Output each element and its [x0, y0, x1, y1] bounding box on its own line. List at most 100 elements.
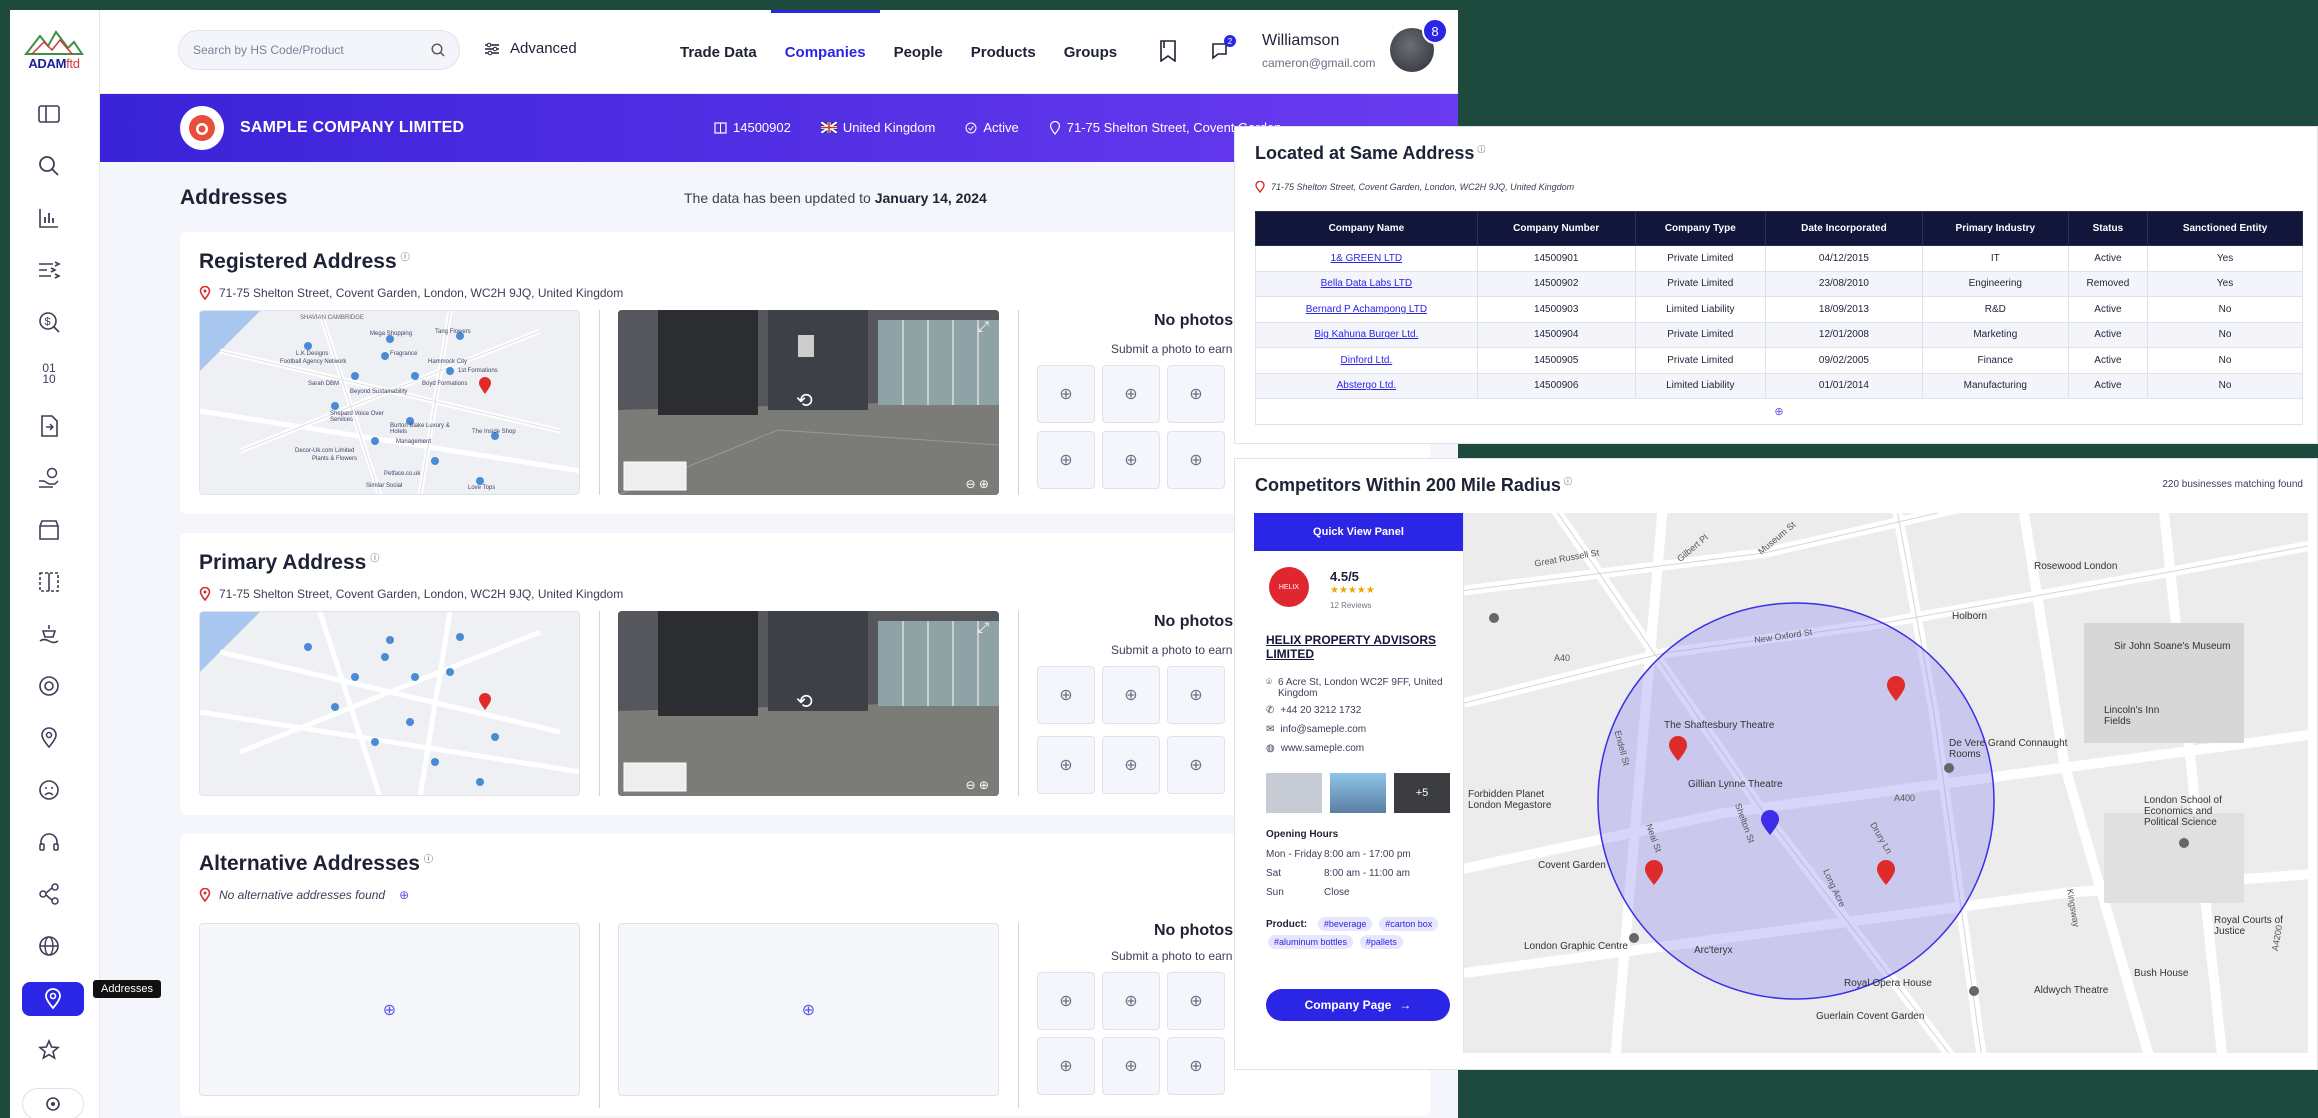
- sad-face-icon[interactable]: [33, 774, 65, 806]
- info-icon[interactable]: ⓘ: [424, 854, 433, 864]
- column-header[interactable]: Company Number: [1476, 211, 1636, 246]
- company-link[interactable]: Bernard P Achampong LTD: [1255, 296, 1478, 323]
- binary-icon[interactable]: 01 10: [33, 358, 65, 390]
- add-photo-button[interactable]: ⊕: [1037, 736, 1095, 794]
- column-header[interactable]: Sanctioned Entity: [2147, 211, 2303, 246]
- competitor-name[interactable]: HELIX PROPERTY ADVISORS LIMITED: [1266, 633, 1456, 661]
- search-icon[interactable]: [33, 150, 65, 182]
- logo[interactable]: ADAMftd: [22, 28, 86, 71]
- registered-map[interactable]: SHAVIAN CAMBRIDGE Mega Shopping Tang Flo…: [199, 310, 580, 495]
- add-photo-button[interactable]: ⊕: [1102, 431, 1160, 489]
- add-address-icon[interactable]: ⊕: [399, 888, 409, 902]
- company-link[interactable]: Bella Data Labs LTD: [1255, 270, 1478, 297]
- add-photo-button[interactable]: ⊕: [1102, 666, 1160, 724]
- nav-trade-data[interactable]: Trade Data: [666, 10, 771, 94]
- load-more-button[interactable]: ⊕: [1255, 398, 2303, 425]
- shipping-icon[interactable]: [33, 618, 65, 650]
- photo-thumb[interactable]: [1266, 773, 1322, 813]
- submit-photo-text: Submit a photo to earn: [1111, 949, 1233, 963]
- add-photo-button[interactable]: ⊕: [1167, 365, 1225, 423]
- nav-companies[interactable]: Companies: [770, 10, 880, 94]
- product-tag[interactable]: #beverage: [1317, 917, 1373, 931]
- settings-icon[interactable]: [22, 1088, 84, 1118]
- column-header[interactable]: Status: [2067, 211, 2149, 246]
- competitors-map[interactable]: Great Russell St Gilbert Pl Museum St Ho…: [1464, 513, 2308, 1053]
- globe-icon[interactable]: [33, 930, 65, 962]
- company-page-button[interactable]: Company Page →: [1266, 989, 1450, 1021]
- nav-products[interactable]: Products: [957, 10, 1050, 94]
- column-header[interactable]: Primary Industry: [1921, 211, 2069, 246]
- add-photo-button[interactable]: ⊕: [1102, 736, 1160, 794]
- file-icon[interactable]: [33, 410, 65, 442]
- street-view[interactable]: ⟲ ⤢ ⊖ ⊕: [618, 611, 999, 796]
- rotate-icon[interactable]: ⟲: [796, 689, 813, 714]
- info-icon[interactable]: ⓘ: [1564, 477, 1572, 486]
- layout-icon[interactable]: [33, 566, 65, 598]
- expand-icon[interactable]: ⤢: [978, 318, 989, 335]
- radar-icon[interactable]: [33, 670, 65, 702]
- sidebar-tooltip: Addresses: [93, 980, 161, 998]
- bookmark-icon[interactable]: [1158, 40, 1178, 62]
- star-icon[interactable]: [33, 1034, 65, 1066]
- store-icon[interactable]: [33, 514, 65, 546]
- share-icon[interactable]: [33, 878, 65, 910]
- add-photo-button[interactable]: ⊕: [1102, 365, 1160, 423]
- zoom-icon[interactable]: ⊖ ⊕: [966, 477, 989, 491]
- add-street-view-button[interactable]: ⊕: [618, 923, 999, 1096]
- company-link[interactable]: 1& GREEN LTD: [1255, 245, 1478, 272]
- add-photo-button[interactable]: ⊕: [1167, 666, 1225, 724]
- add-photo-button[interactable]: ⊕: [1102, 1037, 1160, 1095]
- product-tag[interactable]: #pallets: [1359, 935, 1403, 949]
- bar-chart-icon[interactable]: [33, 202, 65, 234]
- nav-people[interactable]: People: [880, 10, 957, 94]
- add-photo-button[interactable]: ⊕: [1037, 365, 1095, 423]
- advanced-button[interactable]: Advanced: [484, 40, 577, 57]
- expand-icon[interactable]: ⤢: [978, 619, 989, 636]
- product-tag[interactable]: #aluminum bottles: [1268, 935, 1354, 949]
- add-photo-button[interactable]: ⊕: [1167, 1037, 1225, 1095]
- add-photo-button[interactable]: ⊕: [1037, 666, 1095, 724]
- add-photo-button[interactable]: ⊕: [1037, 431, 1095, 489]
- info-icon[interactable]: ⓘ: [370, 553, 379, 563]
- dollar-search-icon[interactable]: $: [33, 306, 65, 338]
- company-link[interactable]: Big Kahuna Burger Ltd.: [1255, 321, 1478, 348]
- user-name: Williamson: [1262, 32, 1340, 49]
- competitor-email[interactable]: info@sameple.com: [1280, 724, 1366, 735]
- company-link[interactable]: Abstergo Ltd.: [1255, 372, 1478, 399]
- chat-icon[interactable]: 2: [1210, 35, 1236, 62]
- add-photo-button[interactable]: ⊕: [1037, 1037, 1095, 1095]
- divider: [599, 611, 600, 796]
- company-link[interactable]: Dinford Ltd.: [1255, 347, 1478, 374]
- zoom-icon[interactable]: ⊖ ⊕: [966, 778, 989, 792]
- same-address-title: Located at Same Address: [1255, 143, 1475, 163]
- photo-thumb[interactable]: [1330, 773, 1386, 813]
- column-header[interactable]: Company Name: [1255, 211, 1478, 246]
- dashboard-icon[interactable]: [33, 98, 65, 130]
- add-map-button[interactable]: ⊕: [199, 923, 580, 1096]
- user-menu[interactable]: Williamson cameron@gmail.com: [1262, 32, 1376, 70]
- info-icon[interactable]: ⓘ: [1477, 145, 1485, 154]
- hand-coin-icon[interactable]: [33, 462, 65, 494]
- search-input[interactable]: Search by HS Code/Product: [178, 30, 460, 70]
- competitor-website[interactable]: www.sameple.com: [1281, 743, 1364, 754]
- photo-more[interactable]: +5: [1394, 773, 1450, 813]
- location-settings-icon[interactable]: [33, 722, 65, 754]
- add-photo-button[interactable]: ⊕: [1167, 736, 1225, 794]
- column-header[interactable]: Date Incorporated: [1764, 211, 1923, 246]
- map-pin-icon[interactable]: [22, 982, 84, 1016]
- sliders-icon[interactable]: [33, 254, 65, 286]
- column-header[interactable]: Company Type: [1634, 211, 1766, 246]
- product-tag[interactable]: #carton box: [1379, 917, 1439, 931]
- nav-groups[interactable]: Groups: [1050, 10, 1131, 94]
- primary-map[interactable]: [199, 611, 580, 796]
- table-cell: 04/12/2015: [1764, 245, 1923, 272]
- add-photo-button[interactable]: ⊕: [1167, 431, 1225, 489]
- rotate-icon[interactable]: ⟲: [796, 388, 813, 413]
- add-photo-button[interactable]: ⊕: [1102, 972, 1160, 1030]
- headset-icon[interactable]: [33, 826, 65, 858]
- add-photo-button[interactable]: ⊕: [1037, 972, 1095, 1030]
- info-icon[interactable]: ⓘ: [401, 252, 410, 262]
- add-photo-button[interactable]: ⊕: [1167, 972, 1225, 1030]
- street-view[interactable]: ⟲ ⤢ ⊖ ⊕: [618, 310, 999, 495]
- notification-badge[interactable]: 8: [1422, 18, 1448, 44]
